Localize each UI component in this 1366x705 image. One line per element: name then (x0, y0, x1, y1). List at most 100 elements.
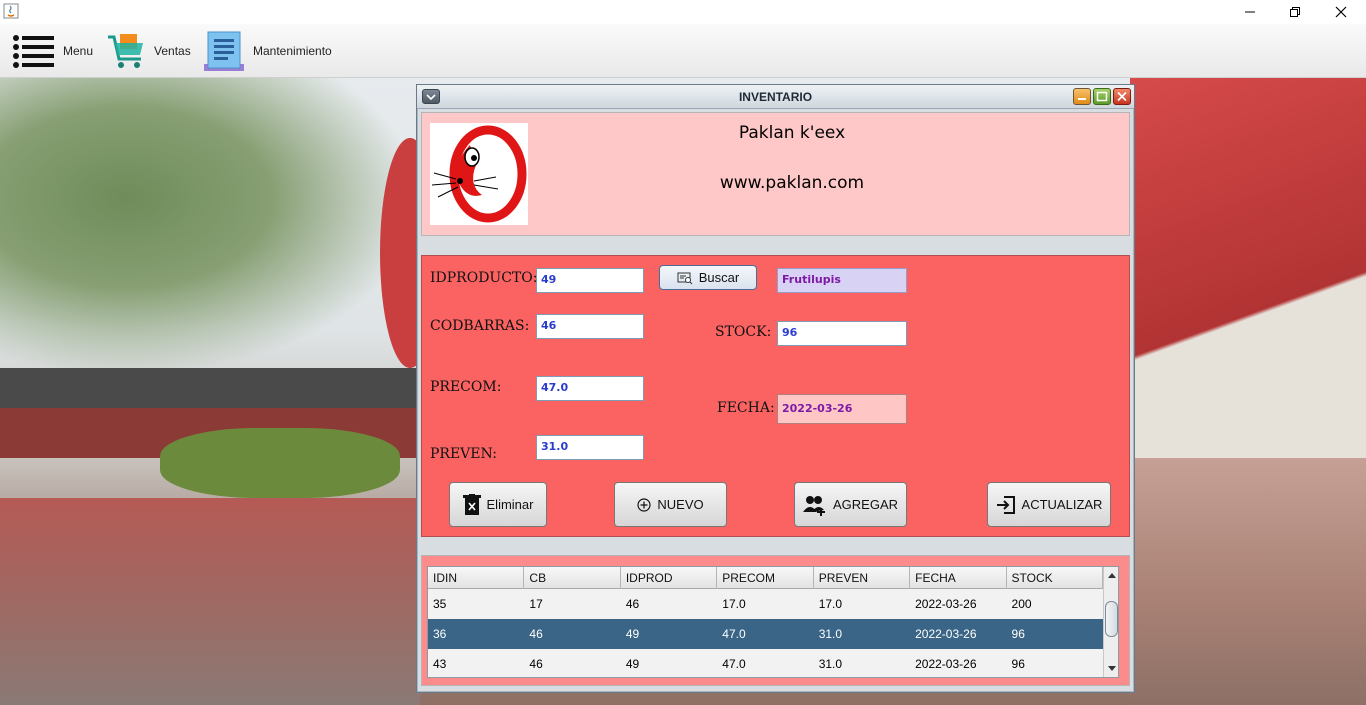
agregar-button[interactable]: AGREGAR (794, 482, 907, 527)
table-header: IDIN CB IDPROD PRECOM PREVEN FECHA STOCK (428, 567, 1103, 589)
header-panel: Paklan k'eex www.paklan.com (421, 112, 1130, 236)
restore-icon (1290, 7, 1300, 17)
precom-field[interactable]: 47.0 (536, 376, 644, 401)
table-cell: 31.0 (818, 657, 843, 671)
table-row[interactable]: 43 46 49 47.0 31.0 2022-03-26 96 (428, 649, 1103, 677)
idproducto-label: IDPRODUCTO: (430, 270, 538, 286)
bushes (160, 428, 400, 498)
paklan-logo (430, 123, 528, 225)
frame-minimize-button[interactable] (1073, 88, 1091, 105)
inventario-titlebar[interactable]: INVENTARIO (417, 85, 1134, 109)
eliminar-button[interactable]: Eliminar (449, 482, 547, 527)
menu-menu[interactable]: Menu (12, 24, 93, 78)
pavement-right (1130, 458, 1366, 705)
eliminar-label: Eliminar (486, 497, 534, 512)
table-row-selected[interactable]: 36 46 49 47.0 31.0 2022-03-26 96 (428, 619, 1103, 649)
table-cell: 96 (1011, 627, 1025, 641)
close-icon (1335, 6, 1347, 18)
inventario-window: INVENTARIO Paklan k'eex www.paklan.com I… (416, 84, 1135, 693)
stock-label: STOCK: (715, 324, 772, 340)
add-circle-icon (637, 497, 651, 512)
table-cell: 17 (529, 597, 543, 611)
table-cell: 2022-03-26 (915, 597, 977, 611)
table-cell: 31.0 (818, 627, 843, 641)
table-cell: 47.0 (722, 627, 746, 641)
document-icon (204, 31, 244, 71)
table-row[interactable]: 35 17 46 17.0 17.0 2022-03-26 200 (428, 589, 1103, 619)
table-cell: 2022-03-26 (915, 657, 977, 671)
java-icon (3, 3, 19, 19)
table-cell: 46 (529, 657, 543, 671)
stock-field[interactable]: 96 (777, 321, 907, 346)
actualizar-label: ACTUALIZAR (1021, 497, 1103, 512)
actualizar-button[interactable]: ACTUALIZAR (987, 482, 1111, 527)
nuevo-button[interactable]: NUEVO (614, 482, 727, 527)
red-sculpture (1130, 78, 1366, 458)
buscar-label: Buscar (698, 270, 740, 285)
column-header[interactable]: PRECOM (717, 567, 814, 589)
inventory-table: IDIN CB IDPROD PRECOM PREVEN FECHA STOCK… (427, 566, 1119, 678)
table-scrollbar[interactable] (1103, 567, 1119, 677)
close-icon (1117, 91, 1127, 102)
preven-field[interactable]: 31.0 (536, 435, 644, 460)
table-cell: 35 (433, 597, 447, 611)
fecha-field[interactable]: 2022-03-26 (777, 394, 907, 424)
table-cell: 46 (529, 627, 543, 641)
table-cell: 96 (1011, 657, 1025, 671)
restore-button[interactable] (1272, 0, 1318, 24)
menu-label: Menu (63, 44, 94, 58)
nuevo-label: NUEVO (657, 497, 704, 512)
table-cell: 49 (625, 657, 640, 671)
table-cell: 49 (625, 627, 640, 641)
brand-url: www.paklan.com (719, 173, 865, 193)
menu-label: Ventas (154, 44, 191, 58)
table-cell: 46 (625, 597, 640, 611)
table-panel: IDIN CB IDPROD PRECOM PREVEN FECHA STOCK… (421, 555, 1130, 686)
menu-label: Mantenimiento (253, 44, 332, 58)
scroll-down-icon[interactable] (1105, 661, 1119, 675)
table-cell: 200 (1011, 597, 1032, 611)
table-cell: 43 (433, 657, 447, 671)
frame-maximize-button[interactable] (1093, 88, 1111, 105)
codbarras-field[interactable]: 46 (536, 314, 644, 339)
tree-foliage (0, 78, 420, 378)
menu-mantenimiento[interactable]: Mantenimiento (204, 24, 332, 78)
menu-ventas[interactable]: Ventas (106, 24, 191, 78)
column-header[interactable]: IDPROD (621, 567, 718, 589)
table-cell: 17.0 (818, 597, 843, 611)
fecha-label: FECHA: (717, 400, 775, 416)
minimize-button[interactable] (1227, 0, 1273, 24)
close-button[interactable] (1318, 0, 1364, 24)
window-title: INVENTARIO (738, 90, 813, 104)
preven-label: PREVEN: (430, 446, 497, 462)
red-pavement (0, 498, 420, 705)
product-name-field: Frutilupis (777, 268, 907, 293)
scroll-thumb[interactable] (1105, 601, 1118, 637)
column-header[interactable]: PREVEN (814, 567, 911, 589)
column-header[interactable]: STOCK (1007, 567, 1103, 589)
search-card-icon (677, 272, 693, 284)
brand-name: Paklan k'eex (738, 123, 846, 143)
table-cell: 47.0 (722, 657, 746, 671)
table-cell: 36 (433, 627, 447, 641)
maximize-icon (1096, 91, 1108, 102)
column-header[interactable]: IDIN (428, 567, 525, 589)
form-panel: IDPRODUCTO: 49 Buscar Frutilupis CODBARR… (421, 255, 1130, 537)
trash-icon (462, 493, 481, 515)
buscar-button[interactable]: Buscar (659, 265, 757, 290)
codbarras-label: CODBARRAS: (430, 318, 530, 334)
minimize-icon (1078, 98, 1086, 100)
shopping-cart-icon (108, 34, 143, 68)
menu-list-icon (13, 35, 54, 68)
login-icon (996, 495, 1015, 514)
scroll-up-icon[interactable] (1105, 569, 1119, 583)
minimize-icon (1245, 11, 1255, 13)
column-header[interactable]: FECHA (910, 567, 1007, 589)
idproducto-field[interactable]: 49 (536, 268, 644, 293)
window-titlebar (0, 0, 1366, 24)
agregar-label: AGREGAR (832, 497, 898, 512)
add-user-icon (802, 495, 825, 516)
frame-close-button[interactable] (1113, 88, 1131, 105)
table-cell: 2022-03-26 (915, 627, 977, 641)
column-header[interactable]: CB (524, 567, 621, 589)
